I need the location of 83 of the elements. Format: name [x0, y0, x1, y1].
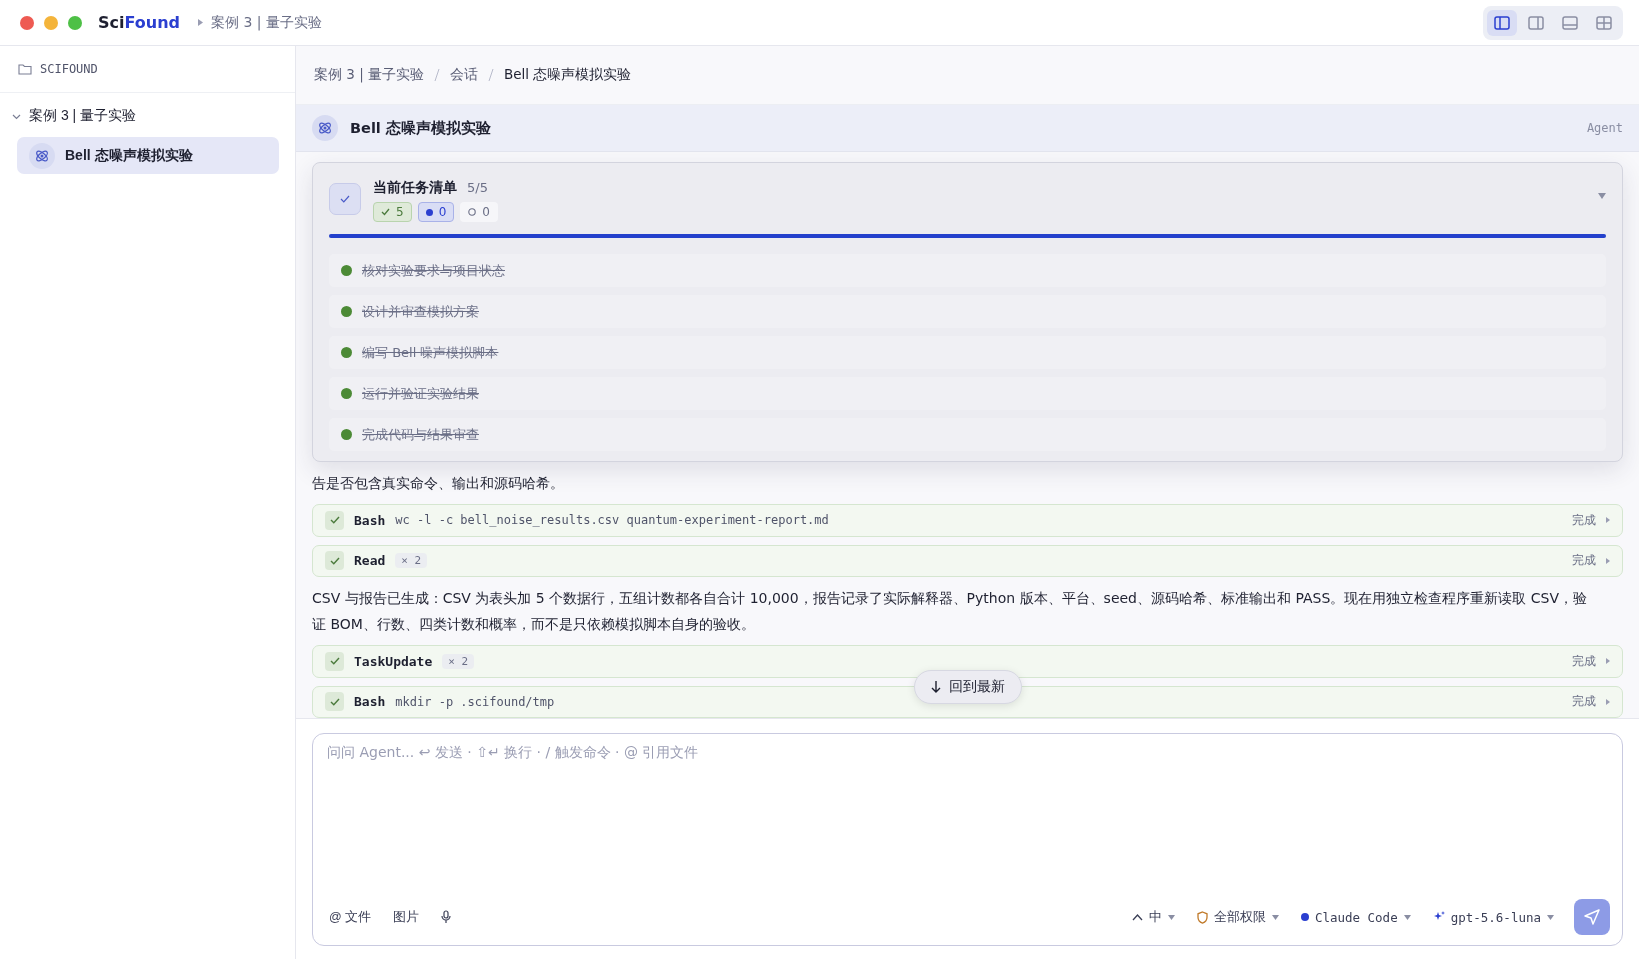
file-button[interactable]: @ 文件: [327, 906, 374, 928]
atom-icon: [317, 120, 333, 136]
tool-name: Bash: [354, 512, 386, 528]
microphone-icon: [441, 910, 452, 924]
caret-icon: [1271, 914, 1279, 920]
mode-label: Agent: [1586, 121, 1623, 135]
zoom-window-button[interactable]: [68, 15, 82, 30]
left-panel-layout-icon: [1493, 14, 1511, 31]
breadcrumb-item[interactable]: 会话: [450, 66, 478, 84]
session-item[interactable]: Bell 态噪声模拟实验: [17, 137, 279, 174]
image-button[interactable]: 图片: [391, 906, 422, 928]
project-path: 案例 3 | 量子实验: [211, 13, 322, 32]
breadcrumb-separator-icon: [488, 69, 494, 81]
task-list-title: 当前任务清单: [373, 179, 457, 197]
assistant-message: CSV 与报告已生成：CSV 为表头加 5 个数据行，五组计数都各自合计 10,000，报告记录了实际解释器、Python 版本、平台、seed、源码哈希、标准输出和 PASS。现在用独立检查程序重新读取 CSV，验证 BOM、行数、四类计数和概率，而不是只依赖模拟脚本自身的验收。: [312, 589, 1589, 634]
session-title: Bell 态噪声模拟实验: [350, 118, 491, 138]
task-label: 编写 Bell 噪声模拟脚本: [362, 343, 499, 362]
status-count-badge: 0: [460, 202, 498, 222]
call-count: × 2: [395, 553, 428, 569]
send-button[interactable]: [1574, 899, 1610, 935]
task-count: 5/5: [467, 180, 488, 195]
caret-icon: [1403, 914, 1411, 920]
tool-call-row[interactable]: Read × 2 完成: [312, 544, 1623, 577]
permission-selector[interactable]: 全部权限: [1194, 906, 1281, 928]
folder-icon: [18, 63, 32, 75]
tool-call-row[interactable]: TaskUpdate × 2 完成: [312, 645, 1623, 678]
workspace-label: SCIFOUND: [40, 62, 98, 76]
task-label: 运行并验证实验结果: [362, 384, 479, 403]
chevron-right-icon: [1606, 658, 1610, 665]
caret-icon: [1547, 914, 1554, 920]
breadcrumb-item: Bell 态噪声模拟实验: [504, 66, 632, 84]
grid-layout-icon: [1595, 14, 1613, 31]
breadcrumb-separator-icon: [434, 69, 440, 81]
call-count: × 2: [442, 653, 475, 669]
status-count-badge: 0: [417, 202, 455, 222]
chevron-up-icon: [1131, 913, 1143, 921]
circle-icon: [468, 208, 477, 216]
tool-status: 完成: [1572, 652, 1596, 670]
assistant-message: 告是否包含真实命令、输出和源码哈希。: [312, 474, 565, 493]
tool-name: TaskUpdate: [354, 653, 433, 669]
status-dot-icon: [1300, 913, 1309, 921]
tool-name: Read: [354, 553, 386, 569]
tool-status: 完成: [1572, 511, 1596, 529]
project-item[interactable]: 案例 3 | 量子实验: [0, 93, 295, 133]
effort-selector[interactable]: 中: [1129, 906, 1177, 928]
check-icon: [325, 551, 344, 571]
chevron-right-icon: [1606, 698, 1610, 705]
caret-icon: [1167, 914, 1175, 920]
tool-command: wc -l -c bell_noise_results.csv quantum-experiment-report.md: [395, 513, 829, 528]
chevron-right-icon: [198, 19, 203, 26]
mic-button[interactable]: [439, 908, 454, 926]
send-icon: [1584, 909, 1600, 925]
close-window-button[interactable]: [20, 15, 34, 30]
status-count-badge: 5: [373, 202, 412, 222]
app-logo: SciFound: [98, 13, 180, 32]
tool-command: mkdir -p .scifound/tmp: [395, 694, 555, 709]
check-icon: [381, 208, 390, 216]
chevron-right-icon: [1606, 517, 1610, 524]
layout-button[interactable]: [1487, 9, 1517, 36]
check-icon: [325, 651, 344, 671]
breadcrumb-item[interactable]: 案例 3 | 量子实验: [314, 66, 424, 84]
right-panel-layout-icon: [1527, 14, 1545, 31]
arrow-down-icon: [930, 681, 941, 693]
bottom-panel-layout-icon: [1561, 14, 1579, 31]
minimize-window-button[interactable]: [44, 15, 58, 30]
tool-status: 完成: [1572, 693, 1596, 711]
message-input[interactable]: 问问 Agent... ↩ 发送 · ⇧↵ 换行 · / 触发命令 · @ 引用文件 @ 文件 图片 中 全部权限 Claude Code gpt-5.6-luna: [312, 733, 1623, 946]
task-label: 设计并审查模拟方案: [362, 302, 479, 321]
jump-to-latest-button[interactable]: 回到最新: [913, 670, 1022, 704]
checklist-icon: [329, 183, 361, 215]
dot-icon: [425, 208, 433, 216]
task-label: 核对实验要求与项目状态: [362, 261, 505, 280]
task-label: 完成代码与结果审查: [362, 425, 479, 444]
model-selector[interactable]: gpt-5.6-luna: [1430, 907, 1556, 927]
shield-icon: [1196, 910, 1208, 924]
agent-selector[interactable]: Claude Code: [1298, 907, 1413, 927]
check-icon: [325, 692, 344, 712]
tool-name: Bash: [354, 694, 386, 710]
collapse-caret-icon[interactable]: [1598, 193, 1606, 199]
tool-status: 完成: [1572, 552, 1596, 570]
check-icon: [325, 510, 344, 530]
chevron-right-icon: [1606, 557, 1610, 564]
tool-call-row[interactable]: Bash wc -l -c bell_noise_results.csv quantum-experiment-report.md 完成: [312, 504, 1623, 537]
